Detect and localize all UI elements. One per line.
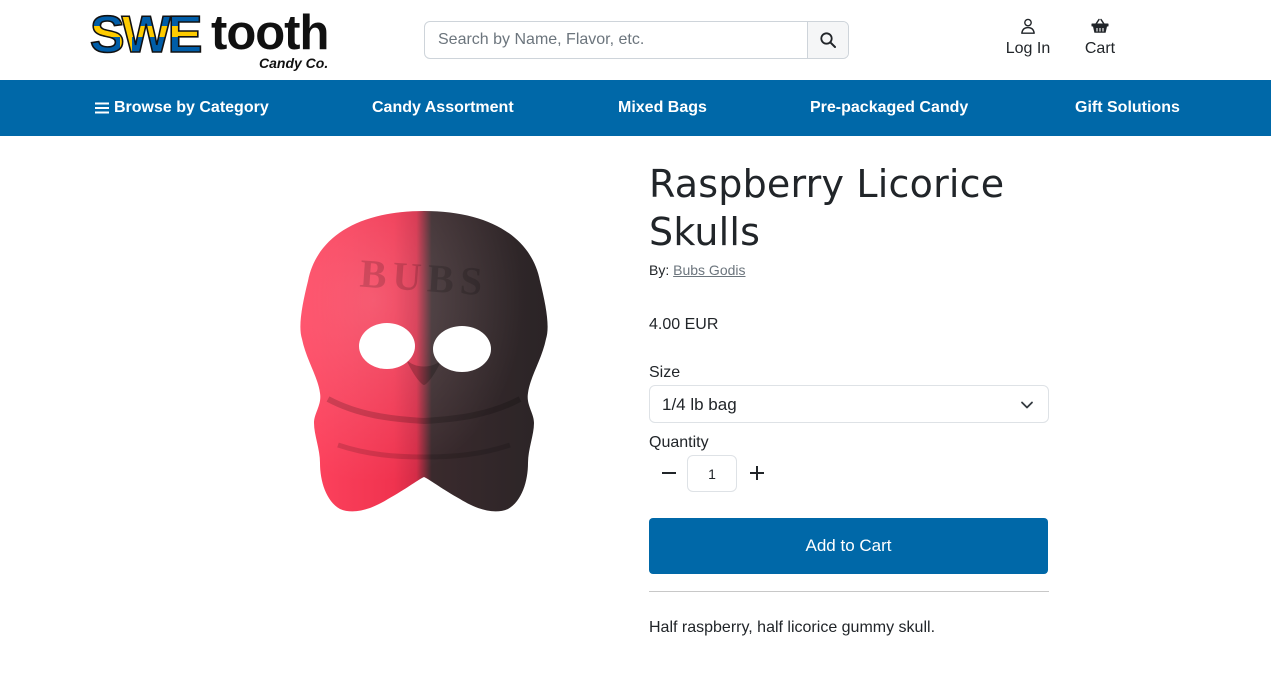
byline-prefix: By:	[649, 262, 670, 278]
menu-icon	[95, 102, 109, 114]
nav-item-label: Gift Solutions	[1075, 99, 1180, 116]
quantity-decrease-button[interactable]	[655, 461, 683, 485]
logo-subtitle: Candy Co.	[259, 55, 329, 71]
quantity-input[interactable]	[687, 455, 737, 492]
main-nav: Browse by Category Candy Assortment Mixe…	[0, 80, 1271, 136]
search-bar	[424, 21, 849, 59]
search-button[interactable]	[807, 22, 848, 58]
product-description: Half raspberry, half licorice gummy skul…	[649, 619, 936, 636]
divider	[649, 591, 1049, 592]
nav-browse-by-category[interactable]: Browse by Category	[95, 80, 269, 136]
svg-text:SWE: SWE	[90, 8, 201, 56]
nav-gift-solutions[interactable]: Gift Solutions	[1075, 80, 1180, 136]
cart-link[interactable]: Cart	[1080, 18, 1120, 58]
chevron-down-icon	[1021, 401, 1033, 409]
site-logo[interactable]: SWE SWE tooth Candy Co.	[90, 6, 340, 74]
login-link[interactable]: Log In	[1001, 18, 1055, 58]
product-image: BUBS	[300, 211, 548, 512]
nav-pre-packaged-candy[interactable]: Pre-packaged Candy	[810, 80, 968, 136]
svg-text:BUBS: BUBS	[358, 251, 489, 305]
user-icon	[1021, 18, 1035, 34]
nav-candy-assortment[interactable]: Candy Assortment	[372, 80, 514, 136]
cart-label: Cart	[1084, 40, 1116, 57]
swe-flag-lettering: SWE SWE	[90, 8, 205, 56]
login-label: Log In	[1005, 40, 1051, 57]
quantity-label: Quantity	[649, 434, 709, 451]
minus-icon	[662, 472, 676, 474]
add-to-cart-button[interactable]: Add to Cart	[649, 518, 1048, 574]
nav-item-label: Browse by Category	[114, 99, 269, 116]
brand-link[interactable]: Bubs Godis	[673, 262, 745, 278]
size-select[interactable]: 1/4 lb bag	[649, 385, 1049, 423]
search-input[interactable]	[425, 22, 808, 58]
plus-icon	[750, 466, 764, 480]
basket-icon	[1091, 18, 1109, 33]
size-label: Size	[649, 364, 681, 381]
product-price: 4.00 EUR	[649, 316, 719, 333]
nav-mixed-bags[interactable]: Mixed Bags	[618, 80, 707, 136]
product-title: Raspberry Licorice Skulls	[649, 162, 1005, 254]
product-byline: By: Bubs Godis	[649, 262, 746, 278]
search-icon	[820, 32, 836, 48]
site-header: SWE SWE tooth Candy Co. Log In	[0, 0, 1271, 80]
nav-item-label: Pre-packaged Candy	[810, 99, 969, 116]
quantity-increase-button[interactable]	[743, 461, 771, 485]
logo-wordmark: tooth	[211, 6, 329, 60]
nav-item-label: Candy Assortment	[372, 99, 514, 116]
size-selected-value: 1/4 lb bag	[662, 395, 737, 414]
nav-item-label: Mixed Bags	[618, 99, 707, 116]
